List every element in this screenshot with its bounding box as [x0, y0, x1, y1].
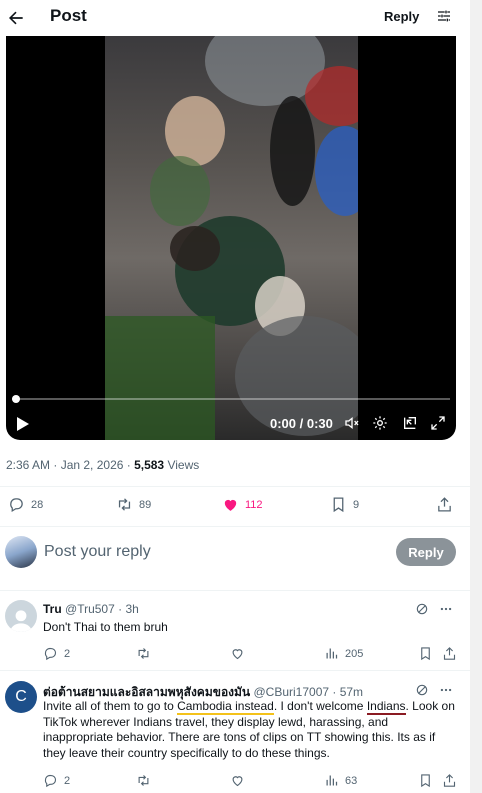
post-metadata: 2:36 AM · Jan 2, 2026 · 5,583 Views — [6, 458, 199, 472]
repost-action[interactable] — [136, 773, 151, 788]
share-action[interactable] — [436, 496, 453, 513]
reply-count: 2 — [64, 647, 71, 660]
video-player[interactable]: 0:00 / 0:30 — [6, 36, 456, 440]
bookmark-count: 9 — [353, 498, 360, 511]
reply-author-name[interactable]: Tru — [43, 602, 62, 616]
reply-composer: Post your reply Reply — [0, 536, 470, 572]
post-timestamp[interactable]: 2:36 AM · Jan 2, 2026 · — [6, 458, 134, 472]
reply-author-handle[interactable]: @Tru507 · 3h — [65, 602, 139, 616]
bookmark-action[interactable]: 9 — [330, 496, 359, 513]
reply-icon — [44, 774, 57, 788]
back-arrow-icon[interactable] — [6, 8, 26, 28]
volume-icon[interactable] — [344, 415, 360, 431]
play-icon[interactable] — [16, 416, 30, 432]
view-count: 5,583 — [134, 458, 165, 472]
avatar[interactable]: C — [5, 681, 37, 713]
reply-input[interactable]: Post your reply — [44, 543, 151, 561]
divider — [0, 526, 470, 527]
bookmark-action[interactable] — [418, 773, 433, 788]
bookmark-icon — [333, 497, 344, 513]
heart-icon — [232, 776, 243, 787]
sliders-icon[interactable] — [436, 8, 452, 24]
video-frame — [105, 36, 358, 440]
share-icon — [443, 647, 456, 660]
grok-icon[interactable] — [415, 683, 429, 697]
like-action[interactable] — [230, 646, 245, 661]
like-count: 112 — [245, 498, 263, 511]
like-action[interactable] — [230, 773, 245, 788]
video-progress-bar[interactable] — [12, 395, 450, 403]
bookmark-icon — [421, 647, 430, 661]
reply-icon — [44, 647, 57, 661]
like-action[interactable]: 112 — [222, 496, 263, 513]
view-count: 205 — [345, 647, 364, 660]
view-count: 63 — [345, 774, 358, 787]
reply-text: Invite all of them to go to Cambodia ins… — [43, 699, 455, 761]
reply-action[interactable]: 2 — [43, 773, 70, 788]
top-bar: Post Reply — [0, 0, 470, 36]
reply-author-handle[interactable]: @CBuri17007 · 57m — [253, 685, 363, 699]
more-options-icon[interactable] — [439, 683, 453, 697]
reply-icon — [10, 498, 23, 513]
share-icon — [438, 497, 451, 512]
reply-text-part: Invite all of them to go to — [43, 699, 178, 713]
page-title: Post — [50, 6, 87, 25]
post-actions: 28 89 112 9 — [0, 496, 470, 516]
grok-icon[interactable] — [415, 602, 429, 616]
views-label: Views — [164, 458, 200, 472]
views-action[interactable]: 205 — [324, 646, 363, 661]
reply-action[interactable]: 2 — [43, 646, 70, 661]
highlighted-text-indians: Indians — [366, 699, 406, 715]
fullscreen-icon[interactable] — [430, 415, 446, 431]
reply-action[interactable]: 28 — [8, 496, 43, 513]
heart-icon — [232, 649, 243, 660]
reply-menu — [415, 683, 453, 697]
bookmark-action[interactable] — [418, 646, 433, 661]
views-bar-icon — [326, 648, 338, 659]
picture-in-picture-icon[interactable] — [402, 415, 418, 431]
gear-icon[interactable] — [372, 415, 388, 431]
reply-count: 2 — [64, 774, 71, 787]
header-reply-button[interactable]: Reply — [384, 9, 419, 24]
repost-action[interactable] — [136, 646, 151, 661]
share-action[interactable] — [442, 773, 457, 788]
scrollbar[interactable] — [470, 0, 482, 793]
divider — [0, 670, 470, 671]
reply-item[interactable]: C ต่อต้านสยามและอิสลามพหุสังคมของมัน @CB… — [0, 681, 470, 793]
divider — [0, 590, 470, 591]
more-options-icon[interactable] — [439, 602, 453, 616]
avatar[interactable] — [5, 536, 37, 568]
reply-menu — [415, 602, 453, 616]
repost-icon — [138, 775, 149, 786]
progress-knob[interactable] — [12, 395, 20, 403]
bookmark-icon — [421, 774, 430, 788]
views-bar-icon — [326, 775, 338, 786]
views-action[interactable]: 63 — [324, 773, 357, 788]
reply-count: 28 — [31, 498, 44, 511]
highlighted-text-cambodia: Cambodia instead — [177, 699, 274, 715]
repost-action[interactable]: 89 — [116, 496, 151, 513]
repost-count: 89 — [139, 498, 152, 511]
reply-text: Don't Thai to them bruh — [43, 620, 168, 634]
default-avatar-icon — [10, 610, 32, 632]
avatar[interactable] — [5, 600, 37, 632]
share-action[interactable] — [442, 646, 457, 661]
reply-header: Tru @Tru507 · 3h — [43, 602, 139, 616]
reply-item[interactable]: Tru @Tru507 · 3h Don't Thai to them bruh… — [0, 600, 470, 670]
repost-icon — [118, 498, 131, 511]
reply-author-name[interactable]: ต่อต้านสยามและอิสลามพหุสังคมของมัน — [43, 685, 250, 699]
divider — [0, 486, 470, 487]
video-time: 0:00 / 0:30 — [270, 416, 333, 431]
reply-submit-button[interactable]: Reply — [396, 538, 456, 566]
reply-actions: 2 63 — [0, 773, 470, 789]
reply-actions: 2 205 — [0, 646, 470, 662]
share-icon — [443, 774, 456, 787]
repost-icon — [138, 648, 149, 659]
heart-icon — [224, 499, 237, 511]
reply-text-part: . I don't welcome — [273, 699, 367, 713]
